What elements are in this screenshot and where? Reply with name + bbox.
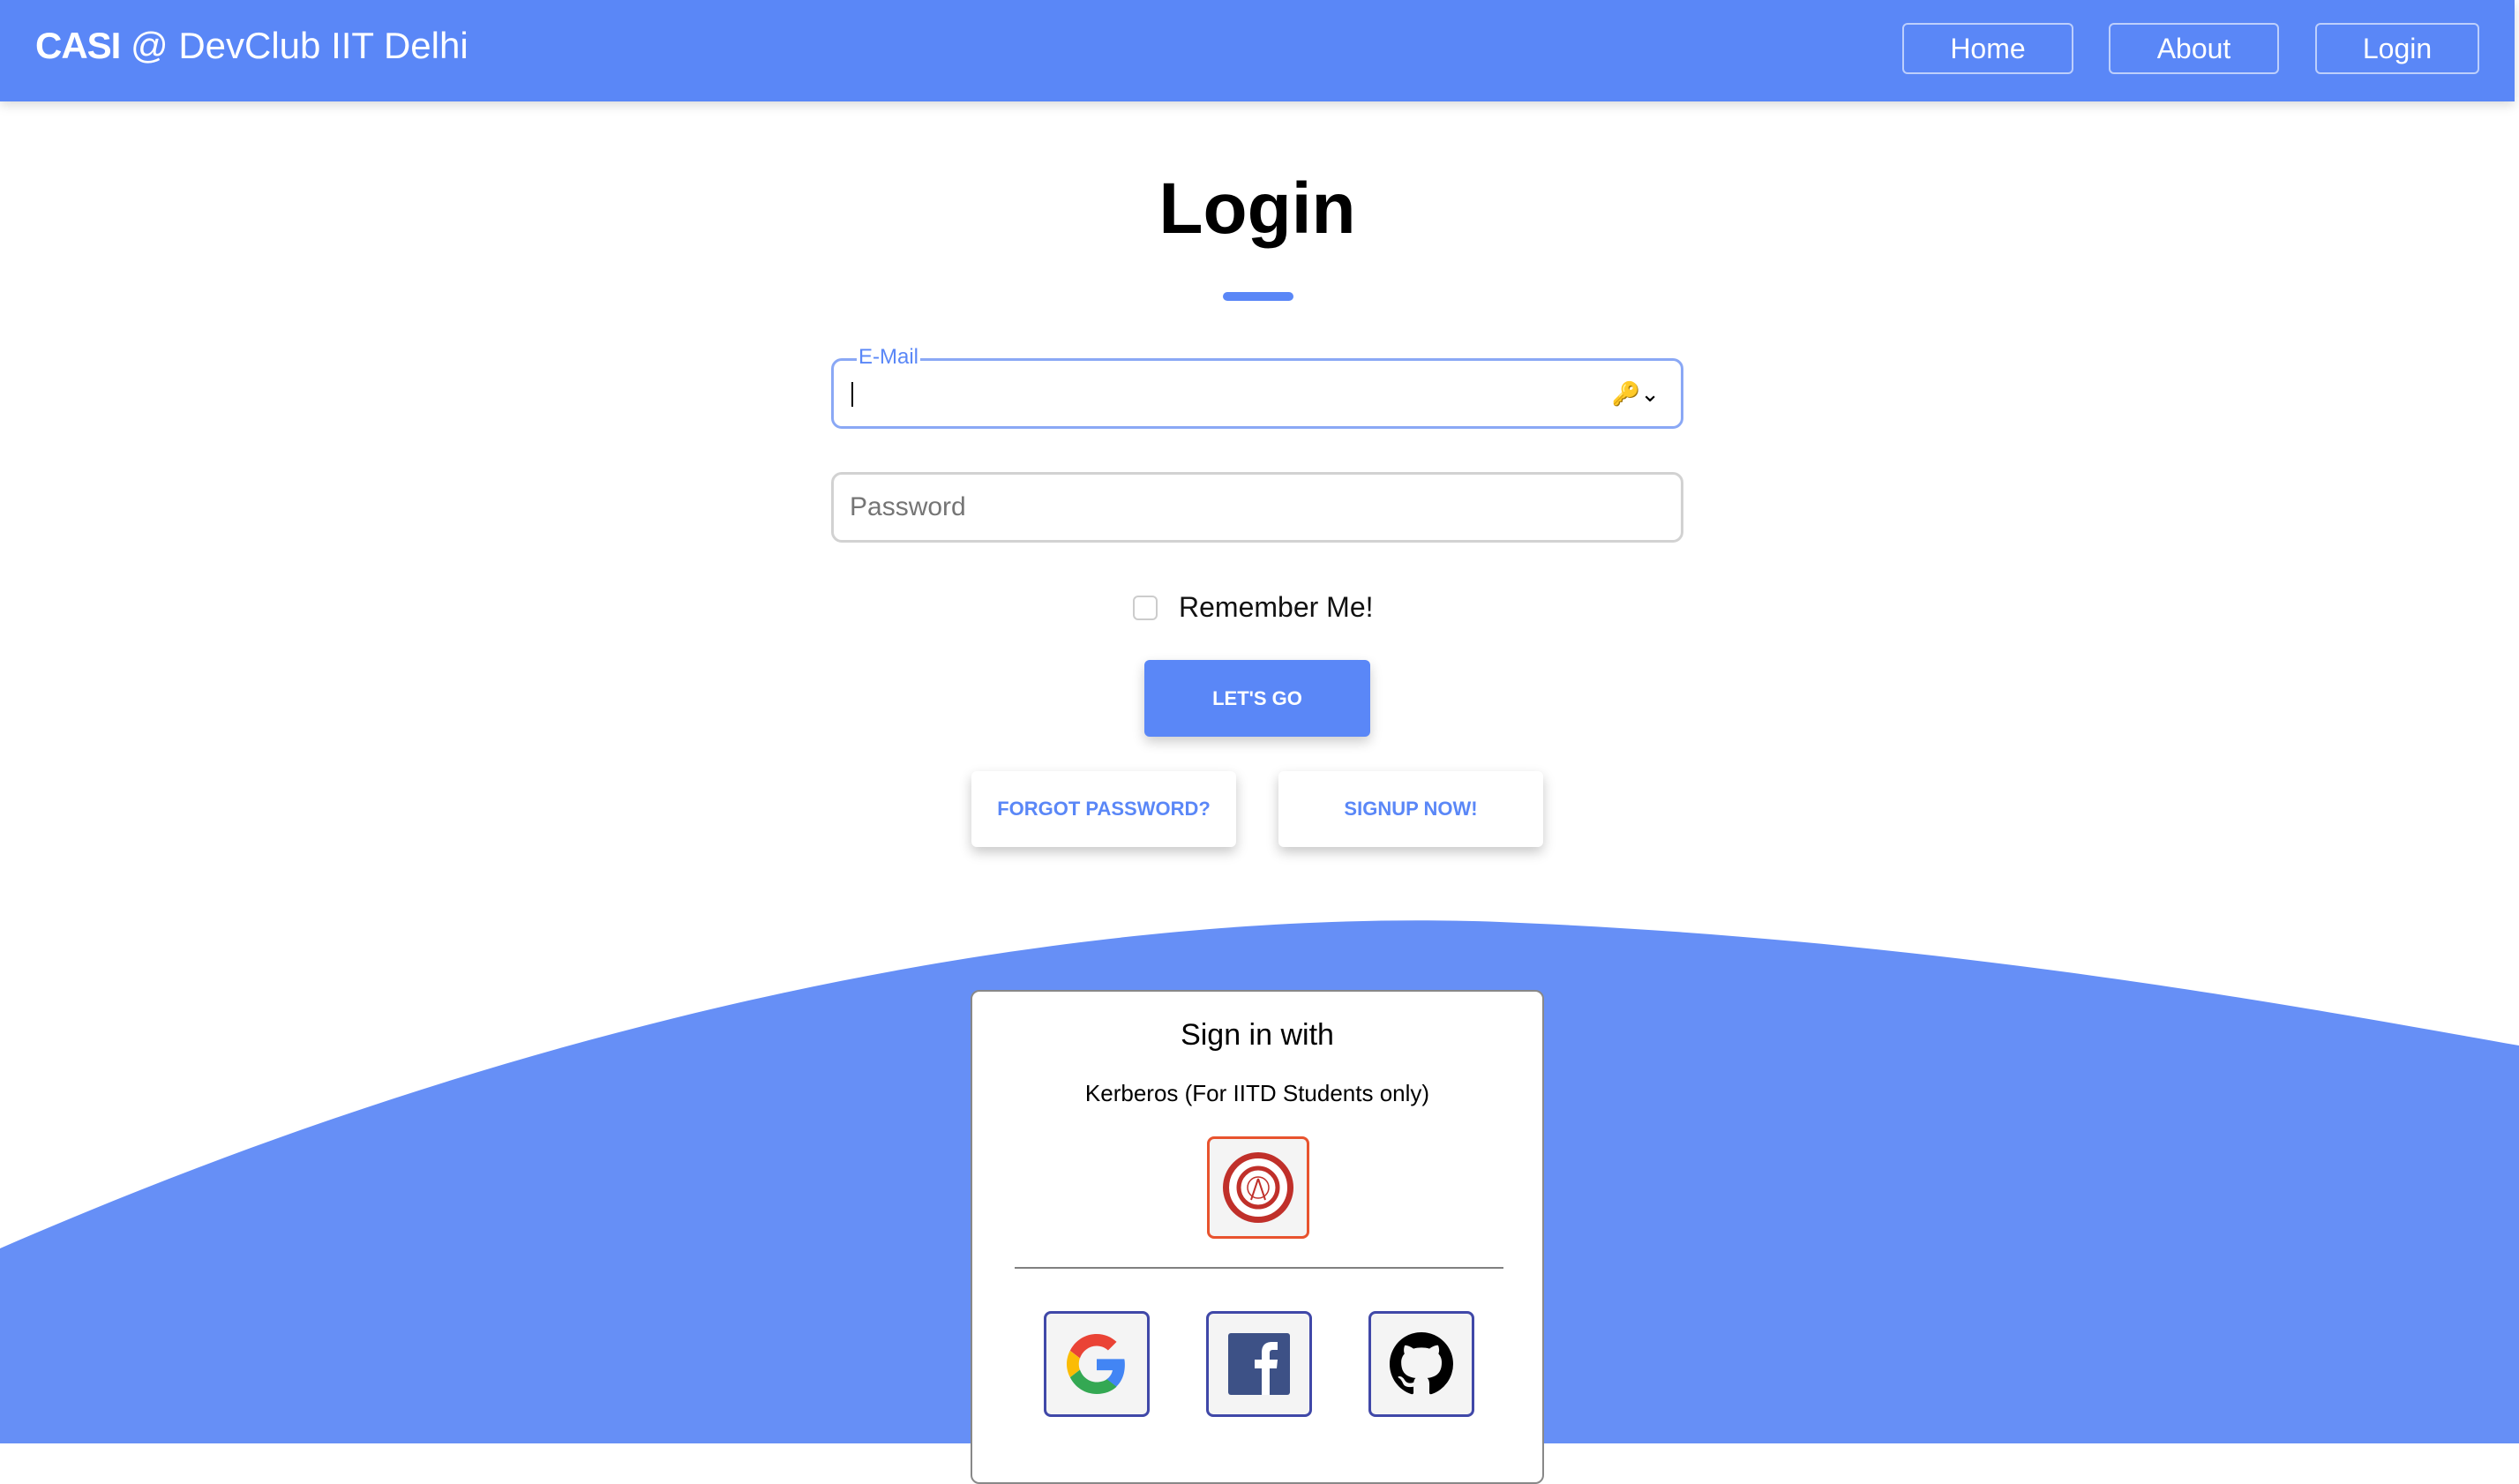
forgot-password-button[interactable]: FORGOT PASSWORD?	[971, 771, 1236, 847]
divider	[1015, 1267, 1503, 1269]
email-label: E-Mail	[857, 345, 921, 370]
facebook-login-button[interactable]	[1206, 1311, 1312, 1417]
navbar: CASI @ DevClub IIT Delhi Home About Logi…	[0, 0, 2515, 101]
password-input[interactable]	[834, 475, 1681, 540]
facebook-icon	[1228, 1333, 1290, 1395]
signup-button[interactable]: SIGNUP NOW!	[1278, 771, 1543, 847]
remember-label[interactable]: Remember Me!	[1179, 591, 1374, 624]
nav-login[interactable]: Login	[2315, 23, 2479, 74]
github-login-button[interactable]	[1368, 1311, 1474, 1417]
title-underline	[1223, 292, 1293, 301]
email-field[interactable]: E-Mail 🔑⌄	[831, 345, 1683, 429]
github-icon	[1390, 1332, 1453, 1395]
kerberos-label: Kerberos (For IITD Students only)	[1084, 1080, 1430, 1106]
sign-in-with-heading: Sign in with	[1181, 1018, 1334, 1052]
iitd-logo-icon	[1223, 1152, 1293, 1223]
google-icon	[1067, 1334, 1125, 1394]
remember-checkbox[interactable]	[1133, 596, 1158, 620]
page-title: Login	[1158, 169, 1356, 249]
google-login-button[interactable]	[1044, 1311, 1150, 1417]
text-cursor	[851, 382, 853, 407]
brand-subtitle: @ DevClub IIT Delhi	[120, 25, 469, 66]
nav-home[interactable]: Home	[1902, 23, 2073, 74]
nav-about[interactable]: About	[2109, 23, 2279, 74]
password-key-icon[interactable]: 🔑⌄	[1612, 380, 1660, 408]
password-field[interactable]	[831, 472, 1683, 543]
brand[interactable]: CASI @ DevClub IIT Delhi	[35, 25, 469, 67]
kerberos-login-button[interactable]	[1207, 1136, 1309, 1239]
submit-button[interactable]: LET'S GO	[1144, 660, 1370, 737]
brand-bold: CASI	[35, 25, 121, 66]
social-login-card: Sign in with Kerberos (For IITD Students…	[971, 990, 1544, 1484]
